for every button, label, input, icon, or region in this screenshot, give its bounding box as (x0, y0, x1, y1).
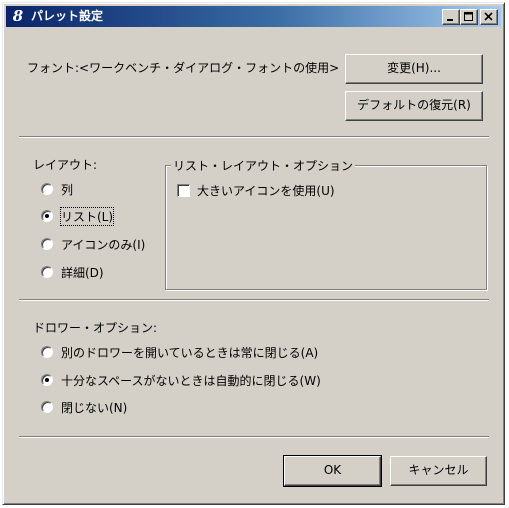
window-title: パレット設定 (31, 9, 104, 23)
maximize-icon (464, 12, 473, 21)
layout-label-list[interactable]: リスト(L) (59, 207, 115, 226)
separator (19, 136, 489, 138)
layout-radio-details[interactable] (41, 266, 53, 278)
drawer-radio-never-close[interactable] (41, 401, 53, 413)
drawer-radio-always-close[interactable] (41, 346, 53, 358)
ok-button[interactable]: OK (283, 455, 382, 487)
drawer-label-never-close[interactable]: 閉じない(N) (61, 399, 127, 416)
ok-label: OK (323, 463, 342, 477)
layout-label-icons-only[interactable]: アイコンのみ(I) (61, 236, 145, 253)
change-font-button[interactable]: 変更(H)... (345, 54, 483, 84)
cancel-button[interactable]: キャンセル (390, 456, 487, 486)
minimize-icon (447, 19, 453, 21)
drawer-label-auto-close[interactable]: 十分なスペースがないときは自動的に閉じる(W) (61, 372, 321, 389)
palette-settings-dialog: 8 パレット設定 フォント:<ワークベンチ・ダイアログ・フォントの使用> 変更(… (2, 2, 505, 505)
change-font-label: 変更(H)... (387, 61, 441, 75)
layout-heading: レイアウト: (33, 158, 98, 172)
layout-radio-icons-only[interactable] (41, 238, 53, 250)
close-icon (484, 12, 493, 21)
close-button[interactable] (480, 9, 498, 25)
font-label: フォント:<ワークベンチ・ダイアログ・フォントの使用> (27, 61, 340, 75)
layout-radio-list[interactable] (41, 210, 53, 222)
separator (19, 436, 489, 438)
restore-default-label: デフォルトの復元(R) (357, 98, 471, 112)
layout-label-column[interactable]: 列 (61, 181, 73, 198)
drawer-label-always-close[interactable]: 別のドロワーを開いているときは常に閉じる(A) (61, 344, 318, 361)
large-icons-label[interactable]: 大きいアイコンを使用(U) (197, 182, 335, 199)
maximize-button[interactable] (460, 9, 478, 25)
drawer-radio-auto-close[interactable] (41, 374, 53, 386)
drawer-heading: ドロワー・オプション: (33, 321, 158, 335)
title-bar[interactable]: 8 パレット設定 (6, 6, 501, 27)
list-layout-options-title: リスト・レイアウト・オプション (171, 157, 356, 174)
large-icons-checkbox[interactable] (177, 184, 190, 197)
separator (19, 299, 489, 301)
cancel-label: キャンセル (408, 463, 469, 477)
restore-default-button[interactable]: デフォルトの復元(R) (345, 91, 483, 121)
layout-radio-column[interactable] (41, 183, 53, 195)
minimize-button[interactable] (442, 9, 460, 25)
layout-label-details[interactable]: 詳細(D) (61, 264, 104, 281)
app-icon: 8 (12, 7, 24, 25)
